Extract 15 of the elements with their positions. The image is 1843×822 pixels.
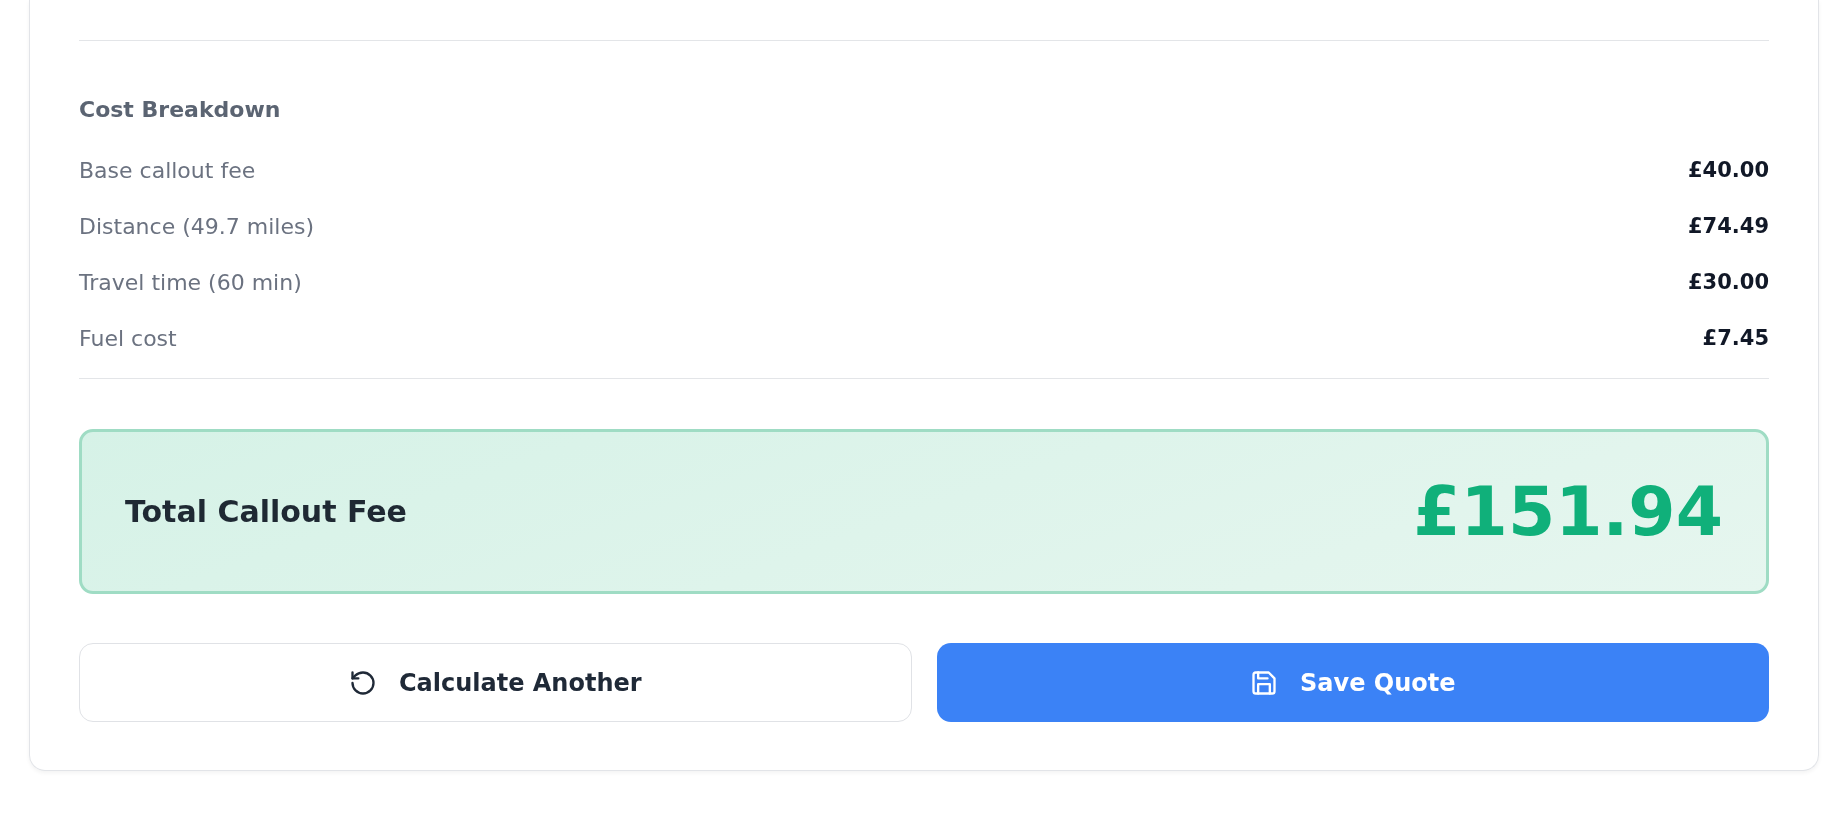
cost-label: Fuel cost: [79, 325, 177, 351]
calculate-button[interactable]: Calculate Another: [79, 643, 912, 722]
total-label: Total Callout Fee: [125, 494, 407, 529]
cost-label: Distance (49.7 miles): [79, 213, 314, 239]
cost-label: Base callout fee: [79, 157, 256, 183]
reset-icon: [348, 668, 377, 697]
section-heading: Cost Breakdown: [79, 97, 282, 122]
total-amount: £151.94: [1413, 472, 1723, 551]
cost-amount: £30.00: [1687, 270, 1769, 294]
save-icon: [1250, 668, 1278, 697]
cost-label: Travel time (60 min): [79, 269, 302, 295]
cost-amount: £7.45: [1702, 326, 1769, 350]
cost-amount: £40.00: [1687, 158, 1769, 182]
cost-amount: £74.49: [1687, 214, 1769, 238]
save-button[interactable]: Save Quote: [936, 643, 1769, 722]
